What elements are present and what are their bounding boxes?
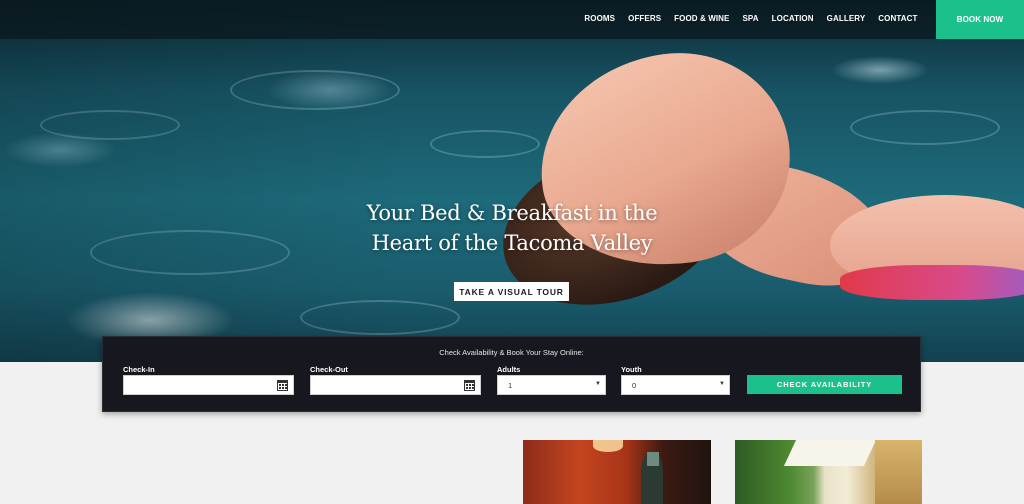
nav-item-rooms[interactable]: ROOMS	[578, 14, 622, 23]
nav-item-spa[interactable]: SPA	[736, 14, 765, 23]
adults-value: 1	[508, 381, 513, 390]
hero-title: Your Bed & Breakfast in the Heart of the…	[312, 198, 712, 258]
hero-image: Your Bed & Breakfast in the Heart of the…	[0, 0, 1024, 362]
checkin-label: Check-In	[123, 365, 155, 374]
booking-title: Check Availability & Book Your Stay Onli…	[439, 348, 584, 357]
top-navigation: ROOMS OFFERS FOOD & WINE SPA LOCATION GA…	[0, 0, 1024, 39]
nav-item-gallery[interactable]: GALLERY	[820, 14, 872, 23]
nav-menu: ROOMS OFFERS FOOD & WINE SPA LOCATION GA…	[578, 0, 924, 37]
youth-label: Youth	[621, 365, 642, 374]
bottle-top-shape	[647, 452, 659, 466]
checkout-field[interactable]	[310, 375, 481, 395]
chevron-down-icon: ▼	[719, 381, 725, 387]
checkout-label: Check-Out	[310, 365, 348, 374]
page: Your Bed & Breakfast in the Heart of the…	[0, 0, 1024, 504]
visual-tour-button[interactable]: TAKE A VISUAL TOUR	[454, 282, 569, 301]
restaurant-photo[interactable]	[523, 440, 711, 504]
nav-item-location[interactable]: LOCATION	[765, 14, 820, 23]
adults-select[interactable]: 1 ▼	[497, 375, 606, 395]
checkin-field[interactable]	[123, 375, 294, 395]
building-photo[interactable]	[735, 440, 922, 504]
calendar-icon[interactable]	[464, 380, 475, 391]
nav-item-contact[interactable]: CONTACT	[872, 14, 924, 23]
hero-title-line-2: Heart of the Tacoma Valley	[371, 231, 653, 255]
nav-item-offers[interactable]: OFFERS	[622, 14, 668, 23]
book-now-button[interactable]: BOOK NOW	[936, 0, 1024, 39]
nav-item-food-wine[interactable]: FOOD & WINE	[668, 14, 736, 23]
booking-widget: Check Availability & Book Your Stay Onli…	[102, 336, 921, 412]
hero-title-line-1: Your Bed & Breakfast in the	[366, 201, 658, 225]
calendar-icon[interactable]	[277, 380, 288, 391]
youth-select[interactable]: 0 ▼	[621, 375, 730, 395]
hero-overlay	[0, 0, 1024, 362]
roof-shape	[783, 440, 877, 466]
lamp-shape	[593, 440, 623, 452]
check-availability-button[interactable]: CHECK AVAILABILITY	[747, 375, 902, 394]
youth-value: 0	[632, 381, 637, 390]
wall-shape	[875, 440, 922, 504]
chevron-down-icon: ▼	[595, 381, 601, 387]
adults-label: Adults	[497, 365, 521, 374]
